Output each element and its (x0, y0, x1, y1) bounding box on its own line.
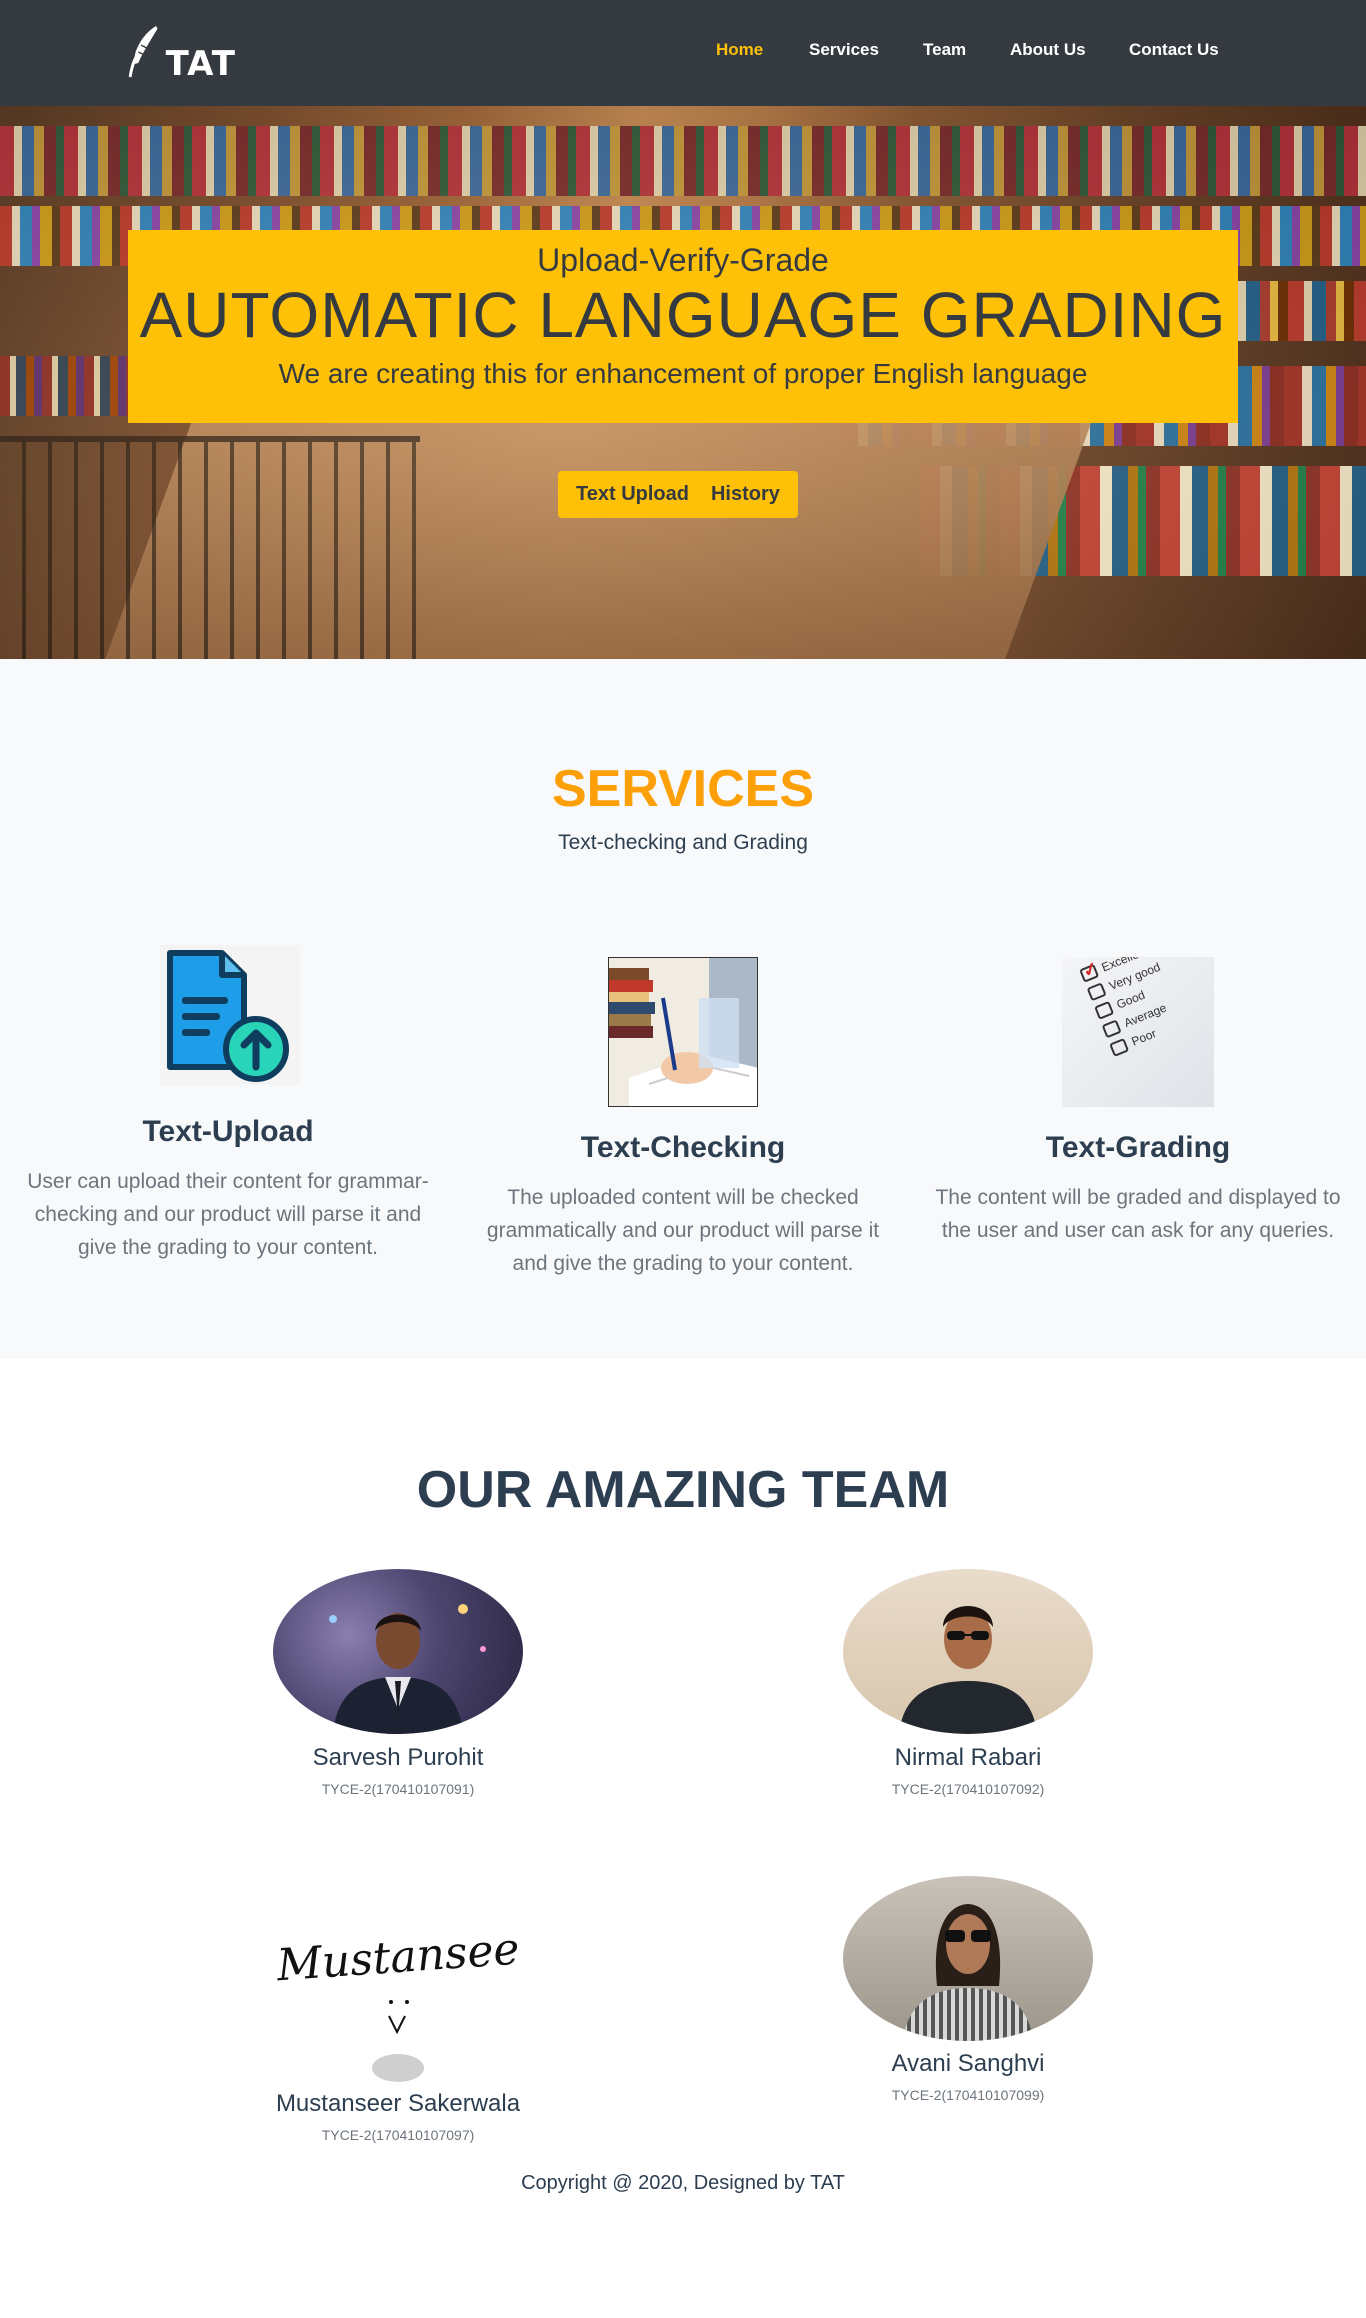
avatar-signature: Mustanseer (273, 1832, 523, 2082)
service-heading: Text-Grading (1045, 1131, 1231, 1164)
services-title: SERVICES (551, 760, 815, 818)
team-member-sarvesh: Sarvesh Purohit TYCE-2(170410107091) (198, 1744, 598, 1797)
member-id: TYCE-2(170410107099) (891, 2087, 1045, 2103)
team-member-nirmal: Nirmal Rabari TYCE-2(170410107092) (768, 1744, 1168, 1797)
red-check-icon: ✓ (1079, 957, 1102, 982)
hero-subtitle: We are creating this for enhancement of … (278, 358, 1088, 389)
nav-services[interactable]: Services (809, 40, 879, 60)
hero-tagline: Upload-Verify-Grade (537, 242, 829, 278)
team-title: OUR AMAZING TEAM (416, 1461, 950, 1519)
nav-home[interactable]: Home (716, 40, 763, 60)
history-button[interactable]: History (707, 471, 798, 518)
service-text-grading: Text-Grading The content will be graded … (928, 1131, 1348, 1247)
service-heading: Text-Upload (142, 1115, 314, 1148)
writing-books-image (608, 957, 758, 1107)
grading-checklist-image: ✓ Excellent Very good Good Average Poor (1062, 957, 1214, 1107)
avatar (273, 1569, 523, 1734)
nav-menu: Home Services Team About Us Contact Us (0, 40, 1366, 64)
services-section: SERVICES Text-checking and Grading Text-… (0, 659, 1366, 1359)
member-name: Sarvesh Purohit (312, 1744, 484, 1771)
hero-banner: Upload-Verify-Grade AUTOMATIC LANGUAGE G… (128, 230, 1238, 423)
service-text-upload: Text-Upload User can upload their conten… (18, 1115, 438, 1264)
nav-team[interactable]: Team (923, 40, 966, 60)
member-name: Nirmal Rabari (894, 1744, 1042, 1771)
member-id: TYCE-2(170410107091) (321, 1781, 475, 1797)
service-description: The uploaded content will be checked gra… (486, 1186, 880, 1275)
hero-section: Upload-Verify-Grade AUTOMATIC LANGUAGE G… (0, 106, 1366, 659)
avatar (843, 1876, 1093, 2041)
navbar: TAT Home Services Team About Us Contact … (0, 0, 1366, 106)
avatar (843, 1569, 1093, 1734)
svg-text:Mustanseer: Mustanseer (274, 1922, 523, 1992)
hero-button-group: Text Upload History (558, 471, 798, 518)
services-subtitle: Text-checking and Grading (558, 831, 808, 854)
team-member-mustanseer: Mustanseer Sakerwala TYCE-2(170410107097… (198, 2090, 598, 2143)
text-upload-button[interactable]: Text Upload (558, 471, 707, 518)
footer-copyright: Copyright @ 2020, Designed by TAT (521, 2172, 845, 2194)
team-member-avani: Avani Sanghvi TYCE-2(170410107099) (768, 2050, 1168, 2103)
member-id: TYCE-2(170410107092) (891, 1781, 1045, 1797)
nav-contact-us[interactable]: Contact Us (1129, 40, 1219, 60)
hero-title: AUTOMATIC LANGUAGE GRADING (139, 279, 1227, 351)
member-name: Mustanseer Sakerwala (275, 2090, 521, 2117)
member-id: TYCE-2(170410107097) (321, 2127, 475, 2143)
service-heading: Text-Checking (580, 1131, 786, 1164)
service-description: User can upload their content for gramma… (27, 1170, 429, 1259)
service-description: The content will be graded and displayed… (935, 1186, 1341, 1242)
member-name: Avani Sanghvi (891, 2050, 1045, 2077)
document-upload-icon (160, 945, 300, 1085)
nav-about-us[interactable]: About Us (1010, 40, 1086, 60)
service-text-checking: Text-Checking The uploaded content will … (473, 1131, 893, 1280)
